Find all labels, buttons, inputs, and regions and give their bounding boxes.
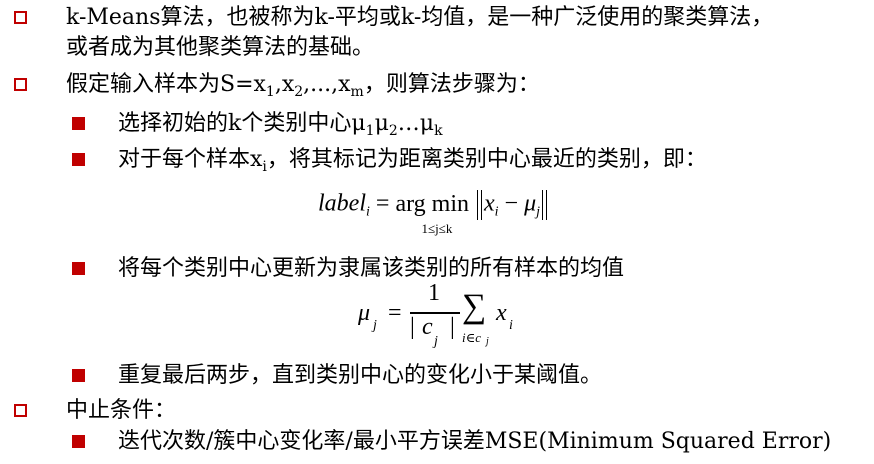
math-mu: μ (524, 190, 537, 217)
subscript: 2 (294, 84, 304, 100)
text: 中止条件： (66, 398, 177, 423)
argmin-range: 1≤j≤k (421, 220, 453, 236)
hollow-square-bullet-icon (14, 11, 27, 24)
solid-square-bullet-icon (72, 153, 85, 166)
solid-square-bullet-icon (72, 262, 85, 275)
math-x: x (496, 300, 507, 326)
summation-icon: ∑ (462, 288, 487, 325)
subscript: 1 (265, 84, 275, 100)
math-equals: = (375, 190, 390, 217)
text: 重复最后两步，直到类别中心的变化小于某阈值。 (118, 363, 603, 388)
subscript: 2 (388, 123, 398, 139)
text: 将每个类别中心更新为隶属该类别的所有样本的均值 (118, 256, 625, 281)
text: μ (374, 111, 389, 136)
norm-bar-left (476, 190, 482, 220)
text: 假定输入样本为S=x (66, 72, 266, 97)
text: 选择初始的k个类别中心μ (118, 111, 366, 136)
stop-criteria-list: 迭代次数/簇中心变化率/最小平方误差MSE(Minimum Squared Er… (118, 429, 831, 455)
step-update-centers: 将每个类别中心更新为隶属该类别的所有样本的均值 (118, 256, 624, 282)
subscript: 1 (365, 123, 375, 139)
bullet-stop-condition: 中止条件： (66, 398, 176, 424)
formula-mean-update: μ j = 1 | c j | ∑ i∈c j x i (358, 280, 513, 349)
text: ，则算法步骤为： (363, 72, 540, 97)
text: 或者成为其他聚类算法的基础。 (66, 35, 375, 60)
math-minus: − (504, 190, 519, 217)
text: 迭代次数/簇中心变化率/最小平方误差MSE(Minimum Squared Er… (118, 429, 832, 454)
subscript: j (536, 204, 541, 220)
hollow-square-bullet-icon (14, 404, 27, 417)
text: …μ (397, 111, 435, 136)
subscript: m (350, 84, 364, 100)
math-x: x (483, 190, 495, 217)
hollow-square-bullet-icon (14, 78, 27, 91)
math-label: label (318, 190, 366, 217)
norm-bar-right (542, 190, 548, 220)
fraction-numerator: 1 (428, 280, 440, 306)
text: k-Means算法，也被称为k-平均或k-均值，是一种广泛使用的聚类算法， (66, 5, 774, 30)
subscript: k (434, 123, 443, 139)
formula-label-argmin: labeli = arg min 1≤j≤k xi − μj (318, 190, 549, 236)
bullet-input-samples: 假定输入样本为S=x1,x2,...,xm，则算法步骤为： (66, 72, 540, 100)
text: 对于每个样本x (118, 147, 263, 172)
abs-bar: | (410, 314, 415, 340)
subscript: i (366, 204, 370, 220)
math-c: c (422, 314, 433, 340)
solid-square-bullet-icon (72, 369, 85, 382)
math-equals: = (388, 300, 402, 326)
abs-bar: | (450, 314, 455, 340)
subscript: i (494, 204, 499, 220)
solid-square-bullet-icon (72, 435, 85, 448)
bullet-kmeans-intro-line1: k-Means算法，也被称为k-平均或k-均值，是一种广泛使用的聚类算法， (66, 5, 773, 31)
step-assign-labels: 对于每个样本xi，将其标记为距离类别中心最近的类别，即： (118, 147, 707, 174)
step-repeat: 重复最后两步，直到类别中心的变化小于某阈值。 (118, 363, 602, 389)
solid-square-bullet-icon (72, 117, 85, 130)
bullet-kmeans-intro-line2: 或者成为其他聚类算法的基础。 (66, 35, 374, 61)
math-mu: μ (358, 300, 371, 326)
text: ,...,x (303, 72, 351, 97)
math-argmin: arg min (395, 190, 469, 217)
sum-range: i∈c (462, 330, 482, 345)
sum-range-sub: j (486, 336, 489, 347)
text: ，将其标记为距离类别中心最近的类别，即： (266, 147, 707, 172)
step-choose-centers: 选择初始的k个类别中心μ1μ2…μk (118, 111, 443, 139)
text: ,x (274, 72, 295, 97)
argmin-operator: arg min 1≤j≤k (395, 190, 469, 236)
